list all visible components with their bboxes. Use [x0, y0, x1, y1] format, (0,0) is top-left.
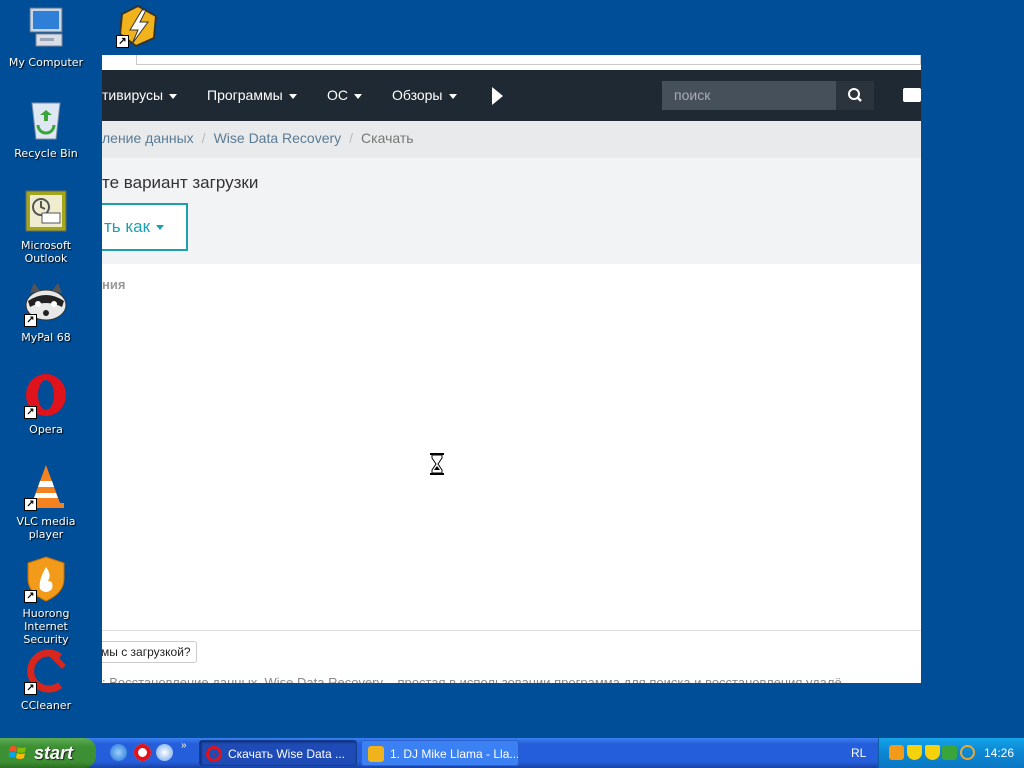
shortcut-arrow-icon: ↗ — [24, 498, 37, 511]
opera-icon — [206, 746, 222, 762]
desktop-icon-label: Opera — [29, 423, 63, 436]
desktop-icon-huorong[interactable]: ↗ Huorong Internet Security — [0, 555, 92, 646]
desktop-icon-my-computer[interactable]: My Computer — [0, 4, 92, 69]
winamp-icon — [368, 746, 384, 762]
browser-quicklaunch-icon[interactable] — [156, 744, 173, 761]
opera-quicklaunch-icon[interactable] — [134, 744, 151, 761]
breadcrumb-link-data-recovery[interactable]: ление данных — [102, 130, 194, 146]
breadcrumb-link-wise[interactable]: Wise Data Recovery — [214, 130, 342, 146]
huorong-shield-icon: ↗ — [22, 555, 70, 603]
taskbar-item-label: Скачать Wise Data ... — [228, 747, 346, 761]
desktop-icon-outlook[interactable]: Microsoft Outlook — [0, 187, 92, 265]
play-icon[interactable] — [492, 87, 503, 105]
caret-down-icon — [288, 93, 297, 99]
breadcrumb-separator: / — [349, 130, 354, 146]
raccoon-icon: ↗ — [22, 279, 70, 327]
recycle-bin-icon — [22, 95, 70, 143]
shortcut-arrow-icon: ↗ — [24, 590, 37, 603]
nav-item-os[interactable]: ОС — [327, 70, 362, 121]
clock[interactable]: 14:26 — [984, 738, 1014, 768]
desktop-icon-label: VLC media player — [16, 515, 76, 541]
shortcut-arrow-icon: ↗ — [116, 35, 129, 48]
download-heading: те вариант загрузки — [102, 173, 259, 192]
browser-window: тивирусы Программы ОС Обзоры поиск ление… — [102, 55, 921, 683]
desktop-icon-winamp[interactable]: ↗ — [114, 2, 162, 50]
taskbar-item-browser[interactable]: Скачать Wise Data ... — [199, 740, 357, 766]
search-icon — [848, 88, 862, 102]
desktop-icon-mypal[interactable]: ↗ MyPal 68 — [0, 279, 92, 344]
breadcrumb-current: Скачать — [361, 130, 414, 146]
nav-item-label: тивирусы — [102, 87, 164, 103]
hourglass-cursor-icon — [430, 453, 444, 475]
opera-icon: ↗ — [22, 371, 70, 419]
desktop-icon-label: Huorong Internet Security — [22, 607, 70, 646]
divider — [102, 630, 921, 631]
nav-item-antivirus[interactable]: тивирусы — [102, 70, 178, 121]
start-button[interactable]: start — [0, 738, 96, 768]
site-top-nav: тивирусы Программы ОС Обзоры поиск — [102, 70, 921, 121]
computer-icon — [22, 4, 70, 52]
ccleaner-icon: ↗ — [22, 647, 70, 695]
taskbar-item-label: 1. DJ Mike Llama - Lla... — [390, 747, 519, 761]
nav-item-reviews[interactable]: Обзоры — [392, 70, 457, 121]
browser-urlbar[interactable] — [136, 55, 921, 65]
quicklaunch-expand-icon[interactable]: » — [181, 740, 187, 751]
shortcut-arrow-icon: ↗ — [24, 314, 37, 327]
start-label: start — [34, 743, 74, 763]
caret-down-icon — [448, 93, 457, 99]
download-problem-button[interactable]: мы с загрузкой? — [102, 641, 197, 663]
ie-icon[interactable] — [110, 744, 127, 761]
nav-item-programs[interactable]: Программы — [207, 70, 297, 121]
desktop-icon-label: Recycle Bin — [14, 147, 78, 160]
shield-tray-icon[interactable] — [907, 745, 922, 760]
program-description: : Восстановление данных. Wise Data Recov… — [102, 675, 842, 683]
caret-down-icon — [169, 93, 178, 99]
desktop-icon-label: Microsoft Outlook — [20, 239, 72, 265]
download-as-button[interactable]: ть как — [102, 203, 188, 251]
network-tray-icon[interactable] — [942, 745, 957, 760]
language-indicator[interactable]: RL — [851, 738, 866, 768]
desktop-icon-ccleaner[interactable]: ↗ CCleaner — [0, 647, 92, 712]
security-tray-icon[interactable] — [925, 745, 940, 760]
search-input[interactable]: поиск — [662, 81, 836, 110]
search-tray-icon[interactable] — [960, 745, 975, 760]
nav-item-label: Программы — [207, 87, 283, 103]
breadcrumb-separator: / — [201, 130, 206, 146]
desktop-icon-label: CCleaner — [20, 699, 72, 712]
desktop-icon-vlc[interactable]: ↗ VLC media player — [0, 463, 92, 541]
download-button-label: ть как — [104, 217, 151, 236]
system-tray: 14:26 — [878, 738, 1024, 768]
taskbar-item-winamp[interactable]: 1. DJ Mike Llama - Lla... — [361, 740, 519, 766]
desktop-icon-opera[interactable]: ↗ Opera — [0, 371, 92, 436]
caret-down-icon — [354, 93, 362, 99]
download-panel: те вариант загрузки ть как — [102, 158, 921, 264]
nav-item-label: ОС — [327, 87, 348, 103]
shortcut-arrow-icon: ↗ — [24, 406, 37, 419]
nav-item-label: Обзоры — [392, 87, 443, 103]
outlook-icon — [22, 187, 70, 235]
taskbar: start » Скачать Wise Data ... 1. DJ Mike… — [0, 738, 1024, 768]
chat-icon[interactable] — [903, 88, 921, 102]
huorong-tray-icon[interactable] — [889, 745, 904, 760]
breadcrumb: ление данных / Wise Data Recovery / Скачать — [102, 121, 921, 158]
desktop-icon-label: My Computer — [8, 56, 84, 69]
section-label: ния — [102, 277, 126, 292]
shortcut-arrow-icon: ↗ — [24, 682, 37, 695]
caret-down-icon — [156, 225, 165, 231]
windows-flag-icon — [9, 746, 26, 759]
desktop-icon-label: MyPal 68 — [21, 331, 71, 344]
search-button[interactable] — [836, 81, 874, 110]
vlc-cone-icon: ↗ — [22, 463, 70, 511]
desktop-icon-recycle-bin[interactable]: Recycle Bin — [0, 95, 92, 160]
